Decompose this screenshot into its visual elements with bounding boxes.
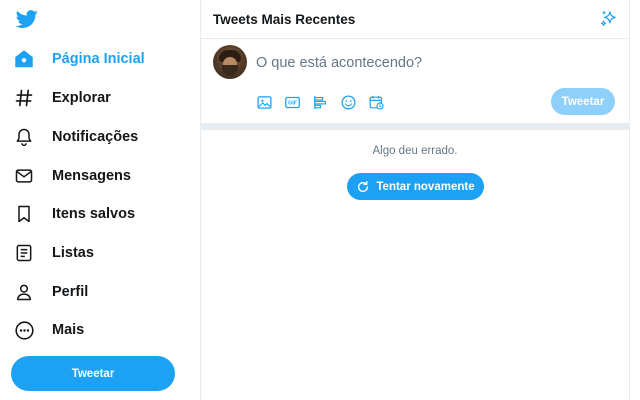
compose-tweet-button[interactable]: Tweetar <box>551 88 615 115</box>
envelope-icon <box>12 164 36 188</box>
sidebar-item-label: Listas <box>52 245 94 261</box>
sidebar-item-label: Explorar <box>52 90 111 106</box>
sidebar-item-profile[interactable]: Perfil <box>12 275 88 309</box>
retry-button[interactable]: Tentar novamente <box>347 173 484 200</box>
emoji-icon[interactable] <box>339 93 357 111</box>
compose-input[interactable] <box>256 55 556 71</box>
sidebar-item-notifications[interactable]: Notificações <box>12 120 138 154</box>
sidebar: Página Inicial Explorar Notificações Men… <box>0 0 200 400</box>
retry-button-label: Tentar novamente <box>376 180 475 193</box>
bookmark-icon <box>12 202 36 226</box>
person-icon <box>12 280 36 304</box>
scrollbar[interactable] <box>630 0 640 400</box>
refresh-icon <box>356 180 370 194</box>
sidebar-tweet-button[interactable]: Tweetar <box>11 356 175 391</box>
sidebar-item-explore[interactable]: Explorar <box>12 81 111 115</box>
tweet-composer: GIF Tweetar <box>201 39 629 123</box>
main-column: Tweets Mais Recentes GIF <box>200 0 630 400</box>
sidebar-item-label: Notificações <box>52 129 139 145</box>
sparkle-icon[interactable] <box>599 9 619 29</box>
hashtag-icon <box>12 86 36 110</box>
sidebar-item-lists[interactable]: Listas <box>12 236 94 270</box>
sidebar-item-messages[interactable]: Mensagens <box>12 159 131 193</box>
error-message: Algo deu errado. <box>372 145 458 157</box>
sidebar-item-label: Mais <box>52 322 85 338</box>
sidebar-item-home[interactable]: Página Inicial <box>12 42 145 76</box>
gif-icon[interactable]: GIF <box>283 93 301 111</box>
twitter-bird-icon[interactable] <box>14 8 40 30</box>
more-icon <box>12 318 36 342</box>
page-title: Tweets Mais Recentes <box>213 12 356 27</box>
sidebar-item-more[interactable]: Mais <box>12 313 84 347</box>
section-divider <box>201 123 629 130</box>
sidebar-item-label: Página Inicial <box>52 51 145 67</box>
sidebar-item-label: Itens salvos <box>52 206 136 222</box>
composer-toolbar: GIF <box>255 93 395 111</box>
bell-icon <box>12 125 36 149</box>
sidebar-item-label: Mensagens <box>52 168 131 184</box>
poll-icon[interactable] <box>311 93 329 111</box>
schedule-icon[interactable] <box>367 93 385 111</box>
avatar[interactable] <box>213 45 247 79</box>
sidebar-item-label: Perfil <box>52 284 89 300</box>
home-icon <box>12 47 36 71</box>
timeline-header: Tweets Mais Recentes <box>201 0 629 39</box>
sidebar-item-bookmarks[interactable]: Itens salvos <box>12 197 135 231</box>
gif-icon-label: GIF <box>288 100 298 106</box>
image-icon[interactable] <box>255 93 273 111</box>
list-icon <box>12 241 36 265</box>
